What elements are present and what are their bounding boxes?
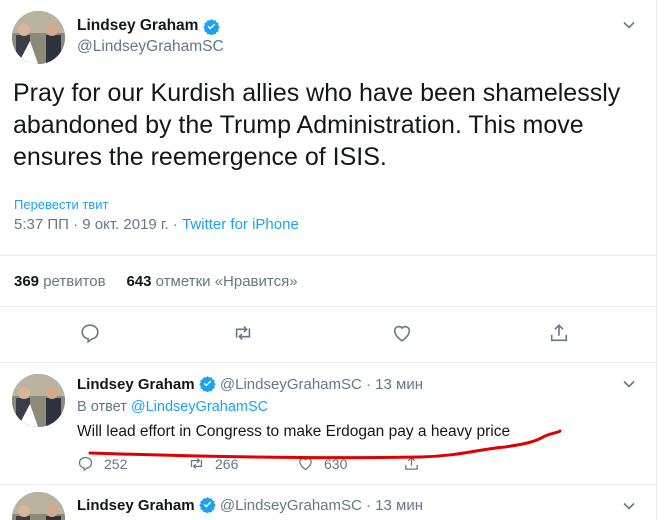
reply-author-name[interactable]: Lindsey Graham: [77, 376, 195, 393]
tweet-thread: Lindsey Graham @LindseyGrahamSC Pray for…: [0, 0, 657, 520]
share-icon: [405, 456, 418, 470]
reply-share-action[interactable]: [403, 455, 420, 472]
tweet-stats: 369 ретвитов 643 отметки «Нравится»: [14, 273, 298, 290]
retweet-icon[interactable]: [232, 322, 254, 344]
chevron-down-icon[interactable]: [622, 18, 636, 32]
divider: [0, 255, 656, 256]
likes-label: отметки «Нравится»: [155, 273, 298, 290]
author-name[interactable]: Lindsey Graham: [77, 17, 198, 35]
reply-count: 252: [104, 455, 128, 472]
divider: [0, 484, 656, 485]
likes-stat[interactable]: 643 отметки «Нравится»: [126, 273, 297, 290]
meta-separator: ·: [172, 216, 178, 233]
tweet-text: Pray for our Kurdish allies who have bee…: [13, 79, 621, 171]
tweet-timestamp[interactable]: 5:37 ПП · 9 окт. 2019 г.: [14, 216, 169, 233]
like-count: 630: [324, 455, 348, 472]
like-icon: [299, 457, 312, 471]
share-icon[interactable]: [548, 322, 570, 344]
in-reply-to: В ответ @LindseyGrahamSC: [77, 399, 268, 415]
next-author-avatar[interactable]: [12, 492, 65, 520]
reply-header: Lindsey Graham @LindseyGrahamSC · 13 мин: [77, 375, 423, 393]
likes-count: 643: [126, 273, 152, 290]
reply-like-action[interactable]: 630: [297, 455, 347, 472]
reply-icon: [78, 456, 93, 472]
translate-tweet-link[interactable]: Перевести твит: [14, 197, 108, 212]
tweet-source-link[interactable]: Twitter for iPhone: [182, 216, 299, 233]
like-icon[interactable]: [391, 322, 413, 344]
next-tweet-header: Lindsey Graham @LindseyGrahamSC · 13 мин: [77, 496, 423, 514]
reply-icon[interactable]: [79, 322, 101, 344]
reply-retweet-action[interactable]: 266: [188, 455, 238, 472]
in-reply-handle-link[interactable]: @LindseyGrahamSC: [131, 399, 268, 415]
chevron-down-icon[interactable]: [622, 377, 636, 391]
reply-reply-action[interactable]: 252: [77, 455, 127, 472]
avatar-photo: [12, 492, 65, 520]
retweet-icon: [190, 458, 203, 469]
divider: [0, 306, 656, 307]
reply-tweet-text: Will lead effort in Congress to make Erd…: [77, 423, 511, 440]
next-author-handle[interactable]: @LindseyGrahamSC: [220, 497, 362, 514]
verified-badge-icon: [199, 497, 216, 514]
next-author-name[interactable]: Lindsey Graham: [77, 497, 195, 514]
verified-badge-icon: [203, 19, 220, 35]
avatar-photo: [12, 374, 65, 427]
next-time[interactable]: · 13 мин: [366, 497, 423, 514]
retweets-stat[interactable]: 369 ретвитов: [14, 273, 110, 290]
retweets-count: 369: [14, 273, 40, 290]
in-reply-prefix: В ответ: [77, 399, 127, 415]
verified-badge-icon: [199, 376, 216, 393]
tweet-meta: 5:37 ПП · 9 окт. 2019 г. · Twitter for i…: [14, 216, 299, 233]
retweet-count: 266: [215, 455, 239, 472]
retweets-label: ретвитов: [43, 273, 106, 290]
divider: [0, 362, 656, 363]
avatar-photo: [12, 11, 65, 64]
reply-time[interactable]: · 13 мин: [366, 376, 423, 393]
author-handle[interactable]: @LindseyGrahamSC: [77, 38, 224, 56]
chevron-down-icon[interactable]: [622, 499, 636, 513]
reply-author-avatar[interactable]: [12, 374, 65, 427]
author-avatar[interactable]: [12, 11, 65, 64]
reply-author-handle[interactable]: @LindseyGrahamSC: [220, 376, 362, 393]
